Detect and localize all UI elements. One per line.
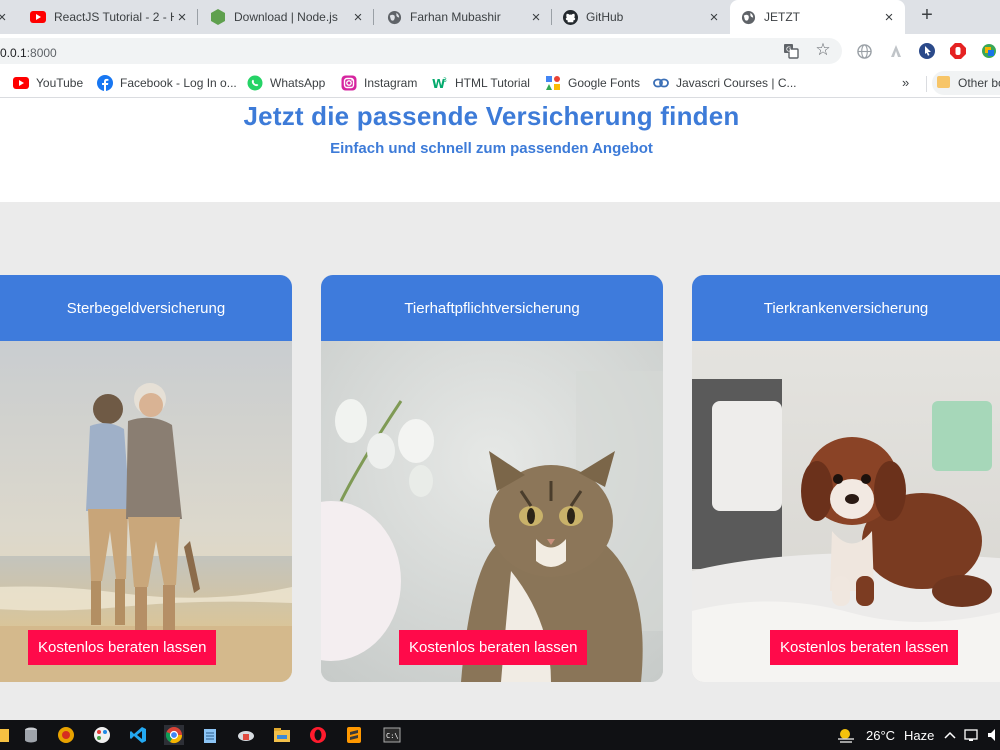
extension-globe-icon[interactable] bbox=[855, 42, 873, 60]
new-tab-button[interactable]: + bbox=[916, 5, 938, 27]
tab-title: Farhan Mubashir bbox=[410, 10, 501, 24]
bookmark-html-tutorial[interactable]: W3 HTML Tutorial bbox=[432, 74, 530, 92]
extension-cursor-icon[interactable] bbox=[918, 42, 936, 60]
bookmark-label: Facebook - Log In o... bbox=[120, 76, 237, 90]
tab-jetzt-active[interactable]: JETZT × bbox=[730, 0, 905, 34]
taskbar-app-icon[interactable] bbox=[0, 725, 12, 745]
translate-icon[interactable]: G bbox=[782, 42, 800, 60]
facebook-icon bbox=[97, 75, 113, 91]
page-subtitle: Einfach und schnell zum passenden Angebo… bbox=[330, 140, 653, 157]
tab-title: ReactJS Tutorial - 2 - H bbox=[54, 10, 174, 24]
nodejs-icon bbox=[210, 9, 226, 25]
close-tab-icon[interactable]: × bbox=[0, 9, 10, 26]
folder-icon bbox=[937, 76, 950, 88]
google-fonts-icon bbox=[545, 75, 561, 91]
bookmark-whatsapp[interactable]: WhatsApp bbox=[247, 74, 325, 92]
consultation-button[interactable]: Kostenlos beraten lassen bbox=[770, 630, 959, 665]
bookmark-youtube[interactable]: YouTube bbox=[13, 74, 83, 92]
bookmark-label: HTML Tutorial bbox=[455, 76, 530, 90]
consultation-button[interactable]: Kostenlos beraten lassen bbox=[28, 630, 217, 665]
tab-title: JETZT bbox=[764, 10, 800, 24]
globe-icon bbox=[386, 9, 402, 25]
more-bookmarks-chevron-icon[interactable]: » bbox=[902, 75, 909, 90]
youtube-icon bbox=[30, 9, 46, 25]
extension-colorful-icon[interactable] bbox=[980, 42, 998, 60]
sublime-text-icon[interactable] bbox=[344, 725, 364, 745]
close-tab-icon[interactable]: × bbox=[528, 9, 544, 26]
tab-reactjs-tutorial[interactable]: ReactJS Tutorial - 2 - H × bbox=[16, 0, 198, 34]
close-tab-icon[interactable]: × bbox=[350, 9, 366, 26]
url-host: 0.0.1 bbox=[0, 46, 27, 60]
card-title: Tierhaftpflichtversicherung bbox=[321, 275, 663, 341]
tab-title: GitHub bbox=[586, 10, 624, 24]
bookmark-label: Javascri Courses | C... bbox=[676, 76, 797, 90]
bookmark-facebook[interactable]: Facebook - Log In o... bbox=[97, 74, 237, 92]
extension-adblock-icon[interactable] bbox=[949, 42, 967, 60]
insurance-card-tierhaftpflicht[interactable]: Tierhaftpflichtversicherung Kostenlos be… bbox=[321, 275, 663, 682]
page-content: Jetzt die passende Versicherung finden E… bbox=[0, 99, 1000, 720]
browser-toolbar: 0.0.1:8000 G ☆ bbox=[0, 34, 1000, 68]
instagram-icon bbox=[341, 75, 357, 91]
network-icon[interactable] bbox=[962, 725, 982, 745]
url-port: :8000 bbox=[26, 46, 57, 60]
bookmark-label: Google Fonts bbox=[568, 76, 641, 90]
file-explorer-icon[interactable] bbox=[272, 725, 292, 745]
bookmark-google-fonts[interactable]: Google Fonts bbox=[545, 74, 640, 92]
bookmark-label: YouTube bbox=[36, 76, 84, 90]
svg-text:3: 3 bbox=[443, 77, 447, 84]
insurance-cards-section: Sterbegeldversicherung Kostenlos beraten… bbox=[0, 202, 1000, 720]
tab-download-nodejs[interactable]: Download | Node.js × bbox=[198, 0, 374, 34]
vscode-icon[interactable] bbox=[128, 725, 148, 745]
youtube-icon bbox=[13, 75, 29, 91]
tab-farhan-mubashir[interactable]: Farhan Mubashir × bbox=[374, 0, 552, 34]
close-tab-icon[interactable]: × bbox=[174, 9, 190, 26]
other-bookmarks-folder[interactable]: Other bo bbox=[932, 71, 1000, 95]
link-icon bbox=[653, 75, 669, 91]
svg-text:G: G bbox=[786, 46, 791, 54]
chrome-icon[interactable] bbox=[164, 725, 184, 745]
w3schools-icon: W3 bbox=[432, 75, 448, 91]
hero-section: Jetzt die passende Versicherung finden E… bbox=[0, 99, 1000, 202]
bookmark-label: Instagram bbox=[364, 76, 418, 90]
weather-temperature: 26°C bbox=[866, 728, 896, 743]
weather-haze-icon[interactable] bbox=[836, 725, 856, 745]
volume-icon[interactable] bbox=[984, 725, 1000, 745]
tab-github[interactable]: GitHub × bbox=[552, 0, 730, 34]
command-prompt-icon[interactable]: C:\ bbox=[382, 725, 402, 745]
close-tab-icon[interactable]: × bbox=[706, 9, 722, 26]
address-bar[interactable]: 0.0.1:8000 G ☆ bbox=[0, 38, 842, 64]
bookmark-star-icon[interactable]: ☆ bbox=[814, 40, 832, 59]
card-title: Sterbegeldversicherung bbox=[0, 275, 292, 341]
cloud-app-icon[interactable] bbox=[236, 725, 256, 745]
paint-icon[interactable] bbox=[92, 725, 112, 745]
bookmark-instagram[interactable]: Instagram bbox=[341, 74, 417, 92]
close-tab-icon[interactable]: × bbox=[881, 9, 897, 26]
chevron-up-icon[interactable] bbox=[940, 725, 960, 745]
bookmark-javascript-courses[interactable]: Javascri Courses | C... bbox=[653, 74, 796, 92]
tab-title: Download | Node.js bbox=[234, 10, 338, 24]
globe-icon bbox=[740, 9, 756, 25]
tab-partial[interactable]: × bbox=[0, 0, 16, 34]
notepad-icon[interactable] bbox=[200, 725, 220, 745]
whatsapp-icon bbox=[247, 75, 263, 91]
bookmarks-bar: YouTube Facebook - Log In o... WhatsApp … bbox=[0, 68, 1000, 98]
other-bookmarks-label: Other bo bbox=[958, 76, 1000, 90]
windows-taskbar: C:\ 26°C Haze bbox=[0, 720, 1000, 750]
github-icon bbox=[562, 9, 578, 25]
extension-a-icon[interactable] bbox=[887, 42, 905, 60]
vlc-icon[interactable] bbox=[56, 725, 76, 745]
bookmark-label: WhatsApp bbox=[270, 76, 326, 90]
card-title: Tierkrankenversicherung bbox=[692, 275, 1000, 341]
svg-text:C:\: C:\ bbox=[386, 732, 399, 740]
opera-icon[interactable] bbox=[308, 725, 328, 745]
weather-condition: Haze bbox=[904, 728, 935, 743]
consultation-button[interactable]: Kostenlos beraten lassen bbox=[399, 630, 588, 665]
page-title: Jetzt die passende Versicherung finden bbox=[243, 101, 740, 131]
database-icon[interactable] bbox=[21, 725, 41, 745]
insurance-card-tierkranken[interactable]: Tierkrankenversicherung Kostenlos berate… bbox=[692, 275, 1000, 682]
url-text[interactable]: 0.0.1:8000 bbox=[0, 46, 57, 60]
insurance-card-sterbegeld[interactable]: Sterbegeldversicherung Kostenlos beraten… bbox=[0, 275, 292, 682]
browser-tab-strip: × ReactJS Tutorial - 2 - H × Download | … bbox=[0, 0, 1000, 34]
